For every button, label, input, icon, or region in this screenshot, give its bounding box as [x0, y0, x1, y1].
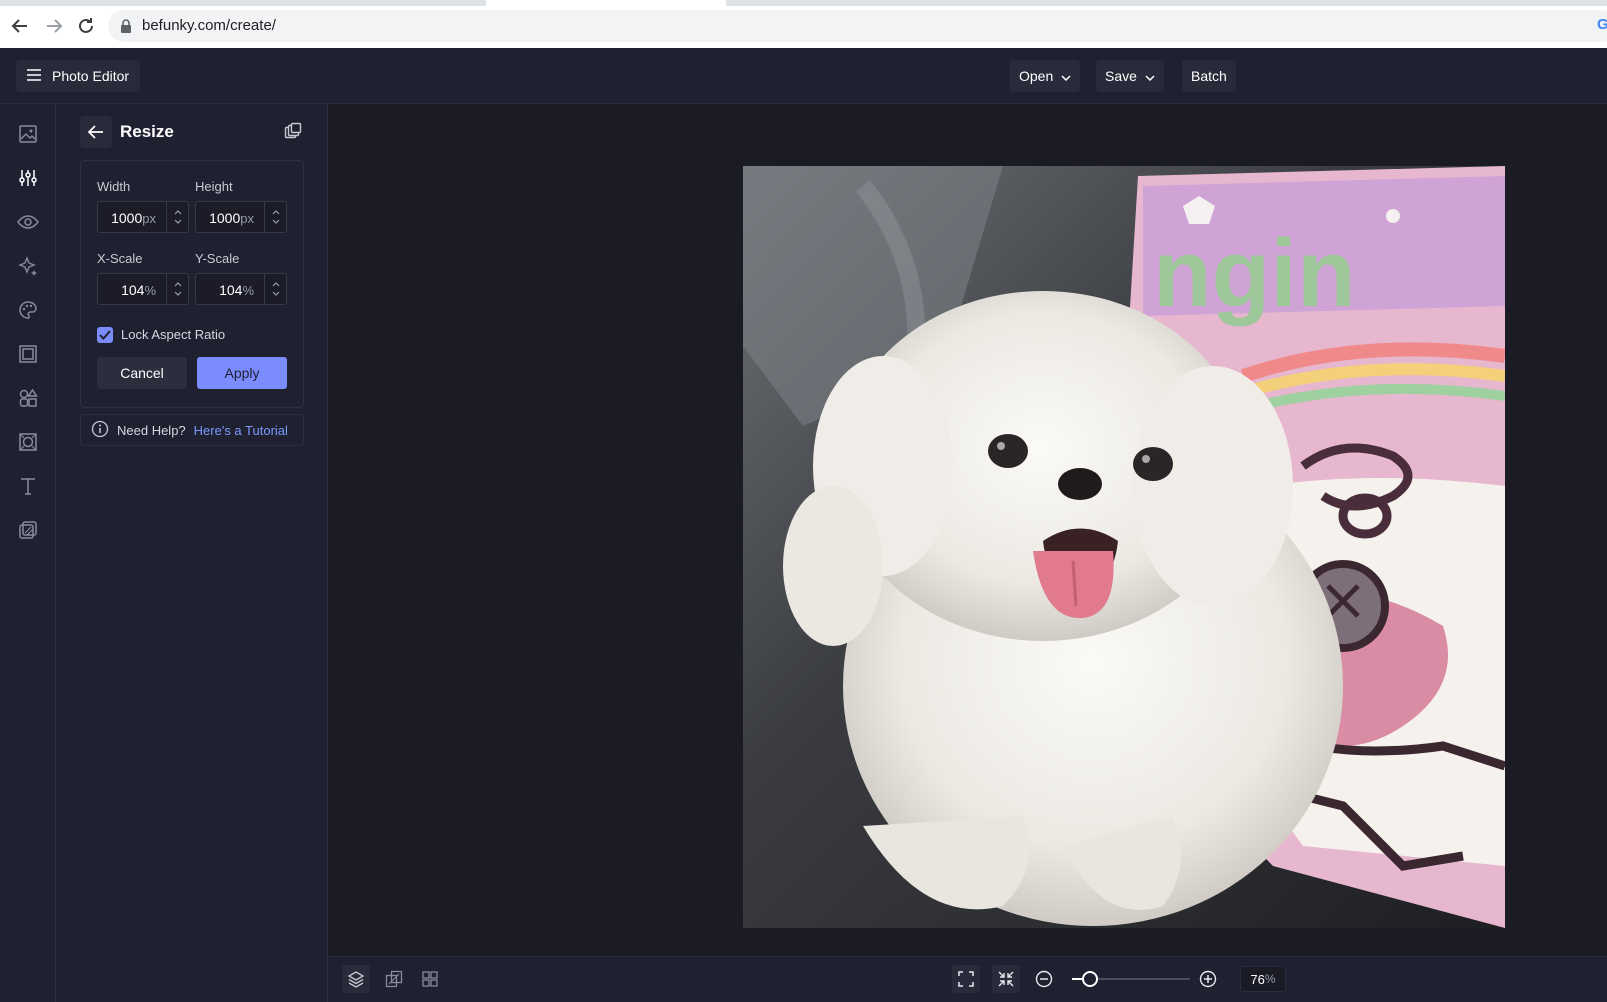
lock-icon	[120, 19, 132, 38]
fit-screen-icon[interactable]	[952, 965, 980, 993]
height-stepper[interactable]	[264, 202, 286, 232]
tab-strip	[0, 0, 1607, 6]
grid-icon[interactable]	[416, 965, 444, 993]
zoom-in-icon[interactable]	[1194, 965, 1222, 993]
shapes-icon[interactable]	[16, 386, 40, 410]
open-button[interactable]: Open	[1010, 60, 1081, 92]
url-text: befunky.com/create/	[142, 17, 276, 34]
forward-arrow-icon[interactable]	[42, 14, 66, 38]
actual-size-icon[interactable]	[992, 965, 1020, 993]
sliders-icon[interactable]	[16, 166, 40, 190]
chevron-up-icon	[174, 282, 181, 287]
apply-button[interactable]: Apply	[197, 357, 287, 389]
chevron-down-icon	[174, 291, 181, 296]
height-input[interactable]: 1000px	[195, 201, 287, 233]
chevron-up-icon	[174, 210, 181, 215]
resize-panel: Resize Width Height 1000px 1000px X-Scal…	[56, 104, 328, 1002]
back-arrow-icon[interactable]	[8, 14, 32, 38]
photo-image[interactable]: ngin	[743, 166, 1505, 928]
bottom-toolbar: 76%	[328, 956, 1607, 1002]
zoom-out-icon[interactable]	[1030, 965, 1058, 993]
height-label: Height	[195, 179, 233, 194]
compare-icon[interactable]	[380, 965, 408, 993]
yscale-unit: %	[242, 283, 254, 298]
yscale-input[interactable]: 104%	[195, 273, 287, 305]
address-bar[interactable]: befunky.com/create/	[108, 10, 1607, 42]
chevron-down-icon	[1061, 68, 1071, 84]
active-tab[interactable]	[486, 0, 726, 6]
height-unit: px	[240, 211, 254, 226]
image-icon[interactable]	[16, 122, 40, 146]
bag-lettering: ngin	[1153, 220, 1356, 327]
lock-aspect-label[interactable]: Lock Aspect Ratio	[121, 327, 225, 342]
batch-button[interactable]: Batch	[1182, 60, 1236, 92]
chevron-down-icon	[272, 219, 279, 224]
xscale-label: X-Scale	[97, 251, 143, 266]
browser-toolbar: befunky.com/create/ G	[0, 0, 1607, 48]
photo-editor-label: Photo Editor	[52, 68, 130, 84]
duplicate-icon[interactable]	[284, 122, 302, 145]
eye-icon[interactable]	[16, 210, 40, 234]
batch-label: Batch	[1191, 68, 1227, 84]
zoom-value: 76	[1250, 971, 1265, 987]
width-label: Width	[97, 179, 131, 194]
editor-canvas[interactable]: ngin	[328, 104, 1607, 956]
yscale-value: 104	[219, 282, 243, 298]
app-header: Photo Editor Open Save Batch	[0, 48, 1607, 104]
cancel-button[interactable]: Cancel	[97, 357, 187, 389]
yscale-stepper[interactable]	[264, 274, 286, 304]
xscale-input[interactable]: 104%	[97, 273, 189, 305]
zoom-level-input[interactable]: 76%	[1240, 966, 1286, 992]
width-unit: px	[142, 211, 156, 226]
chevron-up-icon	[272, 210, 279, 215]
reload-icon[interactable]	[74, 14, 98, 38]
layers-icon[interactable]	[342, 965, 370, 993]
texture-icon[interactable]	[16, 430, 40, 454]
chevron-down-icon	[272, 291, 279, 296]
sparkle-icon[interactable]	[16, 254, 40, 278]
xscale-stepper[interactable]	[166, 274, 188, 304]
text-icon[interactable]	[16, 474, 40, 498]
save-button[interactable]: Save	[1096, 60, 1164, 92]
info-icon	[91, 420, 109, 441]
help-text: Need Help?	[117, 422, 186, 438]
panel-title: Resize	[120, 122, 174, 141]
width-value: 1000	[111, 210, 143, 226]
tool-rail	[0, 104, 56, 1002]
width-input[interactable]: 1000px	[97, 201, 189, 233]
zoom-slider-thumb[interactable]	[1081, 971, 1098, 987]
height-value: 1000	[209, 210, 241, 226]
checkmark-icon	[99, 330, 111, 340]
palette-icon[interactable]	[16, 298, 40, 322]
resize-form: Width Height 1000px 1000px X-Scale Y-Sca…	[80, 160, 304, 408]
photo-editor-menu-button[interactable]: Photo Editor	[16, 60, 140, 92]
width-stepper[interactable]	[166, 202, 188, 232]
panel-back-button[interactable]	[80, 116, 112, 148]
chevron-down-icon	[174, 219, 181, 224]
xscale-value: 104	[121, 282, 145, 298]
yscale-label: Y-Scale	[195, 251, 240, 266]
save-label: Save	[1105, 68, 1137, 84]
open-label: Open	[1019, 68, 1054, 84]
xscale-unit: %	[144, 283, 156, 298]
zoom-unit: %	[1264, 972, 1276, 986]
google-icon: G	[1597, 16, 1607, 33]
frame-icon[interactable]	[16, 342, 40, 366]
help-box: Need Help? Here's a Tutorial	[80, 414, 304, 446]
overlay-icon[interactable]	[16, 518, 40, 542]
hamburger-icon	[26, 68, 42, 85]
chevron-down-icon	[1145, 68, 1155, 84]
lock-aspect-checkbox[interactable]	[97, 327, 113, 343]
chevron-up-icon	[272, 282, 279, 287]
tutorial-link[interactable]: Here's a Tutorial	[194, 423, 288, 438]
